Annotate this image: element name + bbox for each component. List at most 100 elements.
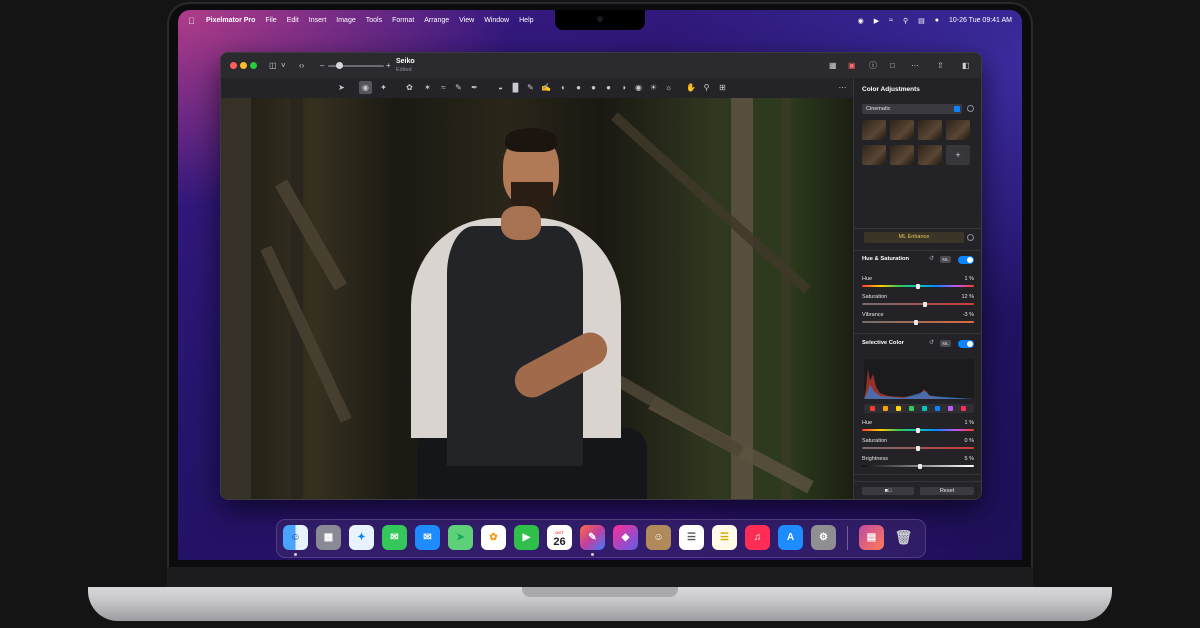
menu-tools[interactable]: Tools xyxy=(366,17,382,24)
preset-select[interactable]: Cinematic xyxy=(862,104,962,114)
layers-status-icon[interactable]: ◉ xyxy=(858,17,864,25)
color-swatch[interactable] xyxy=(935,406,940,411)
hand-tool-icon[interactable]: ✋ xyxy=(686,83,696,92)
color-swatch[interactable] xyxy=(961,406,966,411)
light-tool-icon[interactable]: ☀ xyxy=(649,83,658,92)
menu-format[interactable]: Format xyxy=(392,17,414,24)
menu-image[interactable]: Image xyxy=(336,17,355,24)
shortcuts-icon[interactable]: ◆ xyxy=(613,525,638,550)
blur-tool-icon[interactable]: ● xyxy=(574,83,583,92)
calendar-icon[interactable]: OCT 26 xyxy=(547,525,572,550)
music-icon[interactable]: ♫ xyxy=(745,525,770,550)
downloads-stack-icon[interactable]: ▤ xyxy=(859,525,884,550)
paint-tool-icon[interactable]: ✎ xyxy=(454,83,463,92)
smudge-tool-icon[interactable]: ✍ xyxy=(541,83,551,92)
menu-clock[interactable]: 10-26 Tue 09:41 AM xyxy=(949,17,1012,24)
facetime-icon[interactable]: ▶ xyxy=(514,525,539,550)
sc-hue-value[interactable]: 1 % xyxy=(965,420,974,426)
red-eye-tool-icon[interactable]: ◉ xyxy=(634,83,643,92)
menu-view[interactable]: View xyxy=(459,17,474,24)
mail-icon[interactable]: ✉ xyxy=(415,525,440,550)
ml-badge[interactable]: ML xyxy=(940,256,951,263)
reset-icon[interactable]: ↺ xyxy=(929,255,934,262)
sidebar-toggle-icon[interactable]: ◫ xyxy=(269,61,277,70)
hue-value[interactable]: 1 % xyxy=(965,276,974,282)
app-store-icon[interactable]: A xyxy=(778,525,803,550)
chevron-down-icon[interactable]: ˅ xyxy=(281,61,286,70)
sc-brightness-value[interactable]: 5 % xyxy=(965,456,974,462)
darken-tool-icon[interactable]: ◑ xyxy=(619,83,628,92)
saturation-value[interactable]: 12 % xyxy=(961,294,974,300)
fullscreen-button[interactable] xyxy=(250,62,257,69)
gradient-tool-icon[interactable]: ◒ xyxy=(496,83,505,92)
menu-window[interactable]: Window xyxy=(484,17,509,24)
sc-saturation-slider-knob[interactable] xyxy=(916,446,920,451)
contacts-icon[interactable]: ☺ xyxy=(646,525,671,550)
sc-brightness-slider-knob[interactable] xyxy=(918,464,923,469)
color-swatch[interactable] xyxy=(922,406,927,411)
distort-tool-icon[interactable]: ≈ xyxy=(439,83,448,92)
menu-arrange[interactable]: Arrange xyxy=(424,17,449,24)
crop-share-icon[interactable]: □ xyxy=(890,61,895,70)
ml-tools-icon[interactable]: ▣ xyxy=(848,61,856,70)
crop-tool-icon[interactable]: ⊞ xyxy=(718,83,727,92)
color-swatch[interactable] xyxy=(909,406,914,411)
hue-slider-knob[interactable] xyxy=(916,284,920,289)
effects-tool-icon[interactable]: ✦ xyxy=(379,83,388,92)
add-preset-button[interactable]: + xyxy=(946,145,970,165)
reminders-icon[interactable]: ☰ xyxy=(679,525,704,550)
apple-menu-icon[interactable]:  xyxy=(188,16,198,26)
layers-icon[interactable]: ▦ xyxy=(829,61,837,70)
saturation-slider-knob[interactable] xyxy=(922,302,927,307)
zoom-slider-knob[interactable] xyxy=(336,62,343,69)
menu-file[interactable]: File xyxy=(265,17,276,24)
retouch-tool-icon[interactable]: ✶ xyxy=(423,83,432,92)
menu-insert[interactable]: Insert xyxy=(309,17,327,24)
launchpad-icon[interactable]: ▦ xyxy=(316,525,341,550)
ml-enhance-button[interactable]: ML Enhance xyxy=(864,232,964,243)
wifi-icon[interactable]: ≈ xyxy=(889,17,893,24)
sc-hue-slider-knob[interactable] xyxy=(916,428,920,433)
photo-canvas[interactable] xyxy=(221,98,853,499)
info-icon[interactable]: ⓘ xyxy=(869,61,877,70)
sc-saturation-value[interactable]: 0 % xyxy=(965,438,974,444)
color-swatch[interactable] xyxy=(948,406,953,411)
zoom-out-icon[interactable]: – xyxy=(320,61,324,70)
finder-icon[interactable]: ☺ xyxy=(283,525,308,550)
lighten-tool-icon[interactable]: ● xyxy=(604,83,613,92)
selective-color-toggle[interactable] xyxy=(958,340,974,348)
zoom-in-icon[interactable]: + xyxy=(386,61,391,70)
system-preferences-icon[interactable]: ⚙ xyxy=(811,525,836,550)
code-view-icon[interactable]: ‹› xyxy=(299,61,304,70)
compare-button[interactable]: ■□ xyxy=(862,487,914,495)
fill-tool-icon[interactable]: █ xyxy=(511,83,520,92)
color-swatch[interactable] xyxy=(896,406,901,411)
search-icon[interactable]: ⚲ xyxy=(903,17,908,25)
color-swatch[interactable] xyxy=(870,406,875,411)
reset-icon[interactable]: ↺ xyxy=(929,339,934,346)
pen-tool-icon[interactable]: ✒ xyxy=(470,83,479,92)
share-icon[interactable]: ⇧ xyxy=(937,61,944,70)
tool-options-icon[interactable]: ⋯ xyxy=(838,83,847,92)
preset-thumbnail[interactable] xyxy=(862,145,886,165)
vibrance-slider[interactable] xyxy=(862,321,974,323)
color-adjust-tool-icon[interactable]: ◉ xyxy=(359,81,372,94)
style-tool-icon[interactable]: ✿ xyxy=(405,83,414,92)
ml-enhance-options-icon[interactable] xyxy=(967,234,974,241)
vibrance-slider-knob[interactable] xyxy=(913,320,918,325)
arrange-tool-icon[interactable]: ➤ xyxy=(337,83,346,92)
siri-icon[interactable]: ● xyxy=(935,17,939,24)
more-options-icon[interactable]: ⋯ xyxy=(911,61,919,70)
vibrance-value[interactable]: -3 % xyxy=(963,312,974,318)
saturation-slider[interactable] xyxy=(862,303,974,305)
ml-badge[interactable]: ML xyxy=(940,340,951,347)
reset-button[interactable]: Reset xyxy=(920,487,974,495)
maps-icon[interactable]: ➤ xyxy=(448,525,473,550)
photos-icon[interactable]: ✿ xyxy=(481,525,506,550)
sharpen-tool-icon[interactable]: ● xyxy=(589,83,598,92)
sun-tool-icon[interactable]: ☼ xyxy=(664,83,673,92)
menu-app-name[interactable]: Pixelmator Pro xyxy=(206,17,255,24)
close-button[interactable] xyxy=(230,62,237,69)
trash-icon[interactable]: 🗑 xyxy=(891,525,916,550)
hue-saturation-toggle[interactable] xyxy=(958,256,974,264)
